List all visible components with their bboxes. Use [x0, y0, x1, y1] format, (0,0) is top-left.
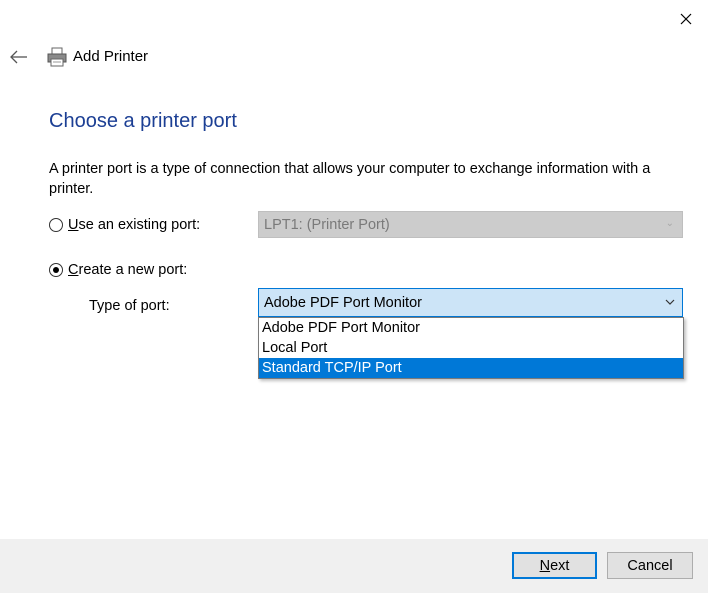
- cancel-button[interactable]: Cancel: [607, 552, 693, 579]
- close-button[interactable]: [672, 6, 700, 32]
- dropdown-option-highlighted[interactable]: Standard TCP/IP Port: [259, 358, 683, 378]
- create-new-port-radio[interactable]: Create a new port:: [49, 262, 187, 278]
- existing-port-select: LPT1: (Printer Port) ⌄: [258, 211, 683, 238]
- footer-bar: Next Cancel: [0, 539, 708, 593]
- dropdown-option[interactable]: Adobe PDF Port Monitor: [259, 318, 683, 338]
- window-title: Add Printer: [73, 48, 149, 65]
- printer-icon: [46, 46, 68, 68]
- use-existing-port-radio[interactable]: Use an existing port:: [49, 217, 200, 233]
- back-button[interactable]: [8, 46, 30, 68]
- port-type-dropdown-list: Adobe PDF Port Monitor Local Port Standa…: [258, 317, 684, 379]
- page-title: Choose a printer port: [49, 110, 237, 132]
- back-arrow-icon: [10, 50, 27, 64]
- next-button-label: Next: [539, 557, 570, 574]
- existing-port-value: LPT1: (Printer Port): [264, 216, 390, 233]
- chevron-down-icon: ⌄: [665, 218, 674, 229]
- use-existing-port-label: Use an existing port:: [68, 217, 201, 233]
- chevron-down-icon: [665, 299, 675, 305]
- type-of-port-label: Type of port:: [89, 298, 170, 314]
- page-description: A printer port is a type of connection t…: [49, 161, 651, 197]
- radio-circle: [49, 218, 63, 232]
- radio-circle-checked: [49, 263, 63, 277]
- create-new-port-label: Create a new port:: [68, 262, 188, 278]
- type-of-port-value: Adobe PDF Port Monitor: [264, 294, 422, 311]
- next-button[interactable]: Next: [512, 552, 597, 579]
- dropdown-option[interactable]: Local Port: [259, 338, 683, 358]
- type-of-port-select[interactable]: Adobe PDF Port Monitor: [258, 288, 683, 317]
- close-icon: [680, 13, 692, 25]
